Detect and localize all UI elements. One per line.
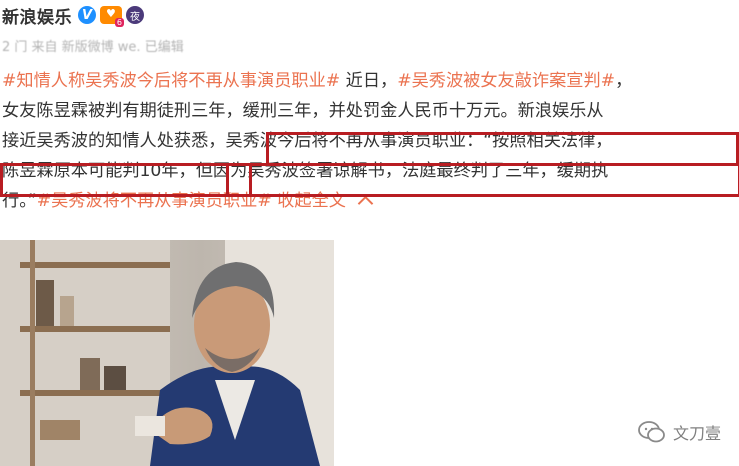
post-line-4: 陈昱霖原本可能判10年，但因为吴秀波签署谅解书，法庭最终判了三年，缓期执	[2, 156, 737, 186]
post-line-5: 行。”#吴秀波将不再从事演员职业# 收起全文	[2, 186, 737, 216]
highlighted-quote: 但因为吴秀波签署谅解书，法庭最终判了三年，缓期执	[195, 161, 609, 181]
post-text: 近日，	[340, 71, 398, 91]
collapse-link[interactable]: 收起全文	[277, 191, 346, 211]
watermark-label: 文刀壹	[672, 424, 721, 443]
post-text: 行。”	[2, 191, 37, 211]
post-line-3: 接近吴秀波的知情人处获悉，吴秀波今后将不再从事演员职业：“按照相关法律，	[2, 126, 737, 156]
night-mode-icon: 夜	[126, 6, 144, 24]
watermark: 文刀壹	[637, 420, 721, 444]
post-text: 接近吴秀波的知情人处获悉，	[2, 131, 226, 151]
post-header: 新浪娱乐 V 6 夜	[2, 0, 144, 30]
post-text: ，	[615, 71, 633, 91]
chevron-up-icon[interactable]	[357, 195, 374, 212]
post-meta: 2 门 来自 新版微博 we. 已编辑	[2, 40, 184, 55]
post-line-1: #知情人称吴秀波今后将不再从事演员职业# 近日，#吴秀波被女友敲诈案宣判#，	[2, 66, 737, 96]
hashtag-link[interactable]: #知情人称吴秀波今后将不再从事演员职业#	[2, 71, 340, 91]
verified-v-icon: V	[78, 6, 96, 24]
portrait-photo	[0, 240, 334, 466]
hashtag-link[interactable]: #吴秀波被女友敲诈案宣判#	[397, 71, 615, 91]
post-image[interactable]	[0, 240, 334, 466]
account-name[interactable]: 新浪娱乐	[2, 3, 72, 28]
heart-vip-icon: 6	[100, 6, 124, 27]
wechat-icon	[638, 421, 665, 443]
highlighted-quote: 吴秀波今后将不再从事演员职业：“按照相关法律，	[225, 131, 613, 151]
post-body: #知情人称吴秀波今后将不再从事演员职业# 近日，#吴秀波被女友敲诈案宣判#， 女…	[2, 66, 737, 216]
hashtag-link[interactable]: #吴秀波将不再从事演员职业#	[37, 191, 272, 211]
post-line-2: 女友陈昱霖被判有期徒刑三年，缓刑三年，并处罚金人民币十万元。新浪娱乐从	[2, 101, 604, 121]
highlighted-quote: 陈昱霖原本可能判10年，	[2, 161, 196, 181]
